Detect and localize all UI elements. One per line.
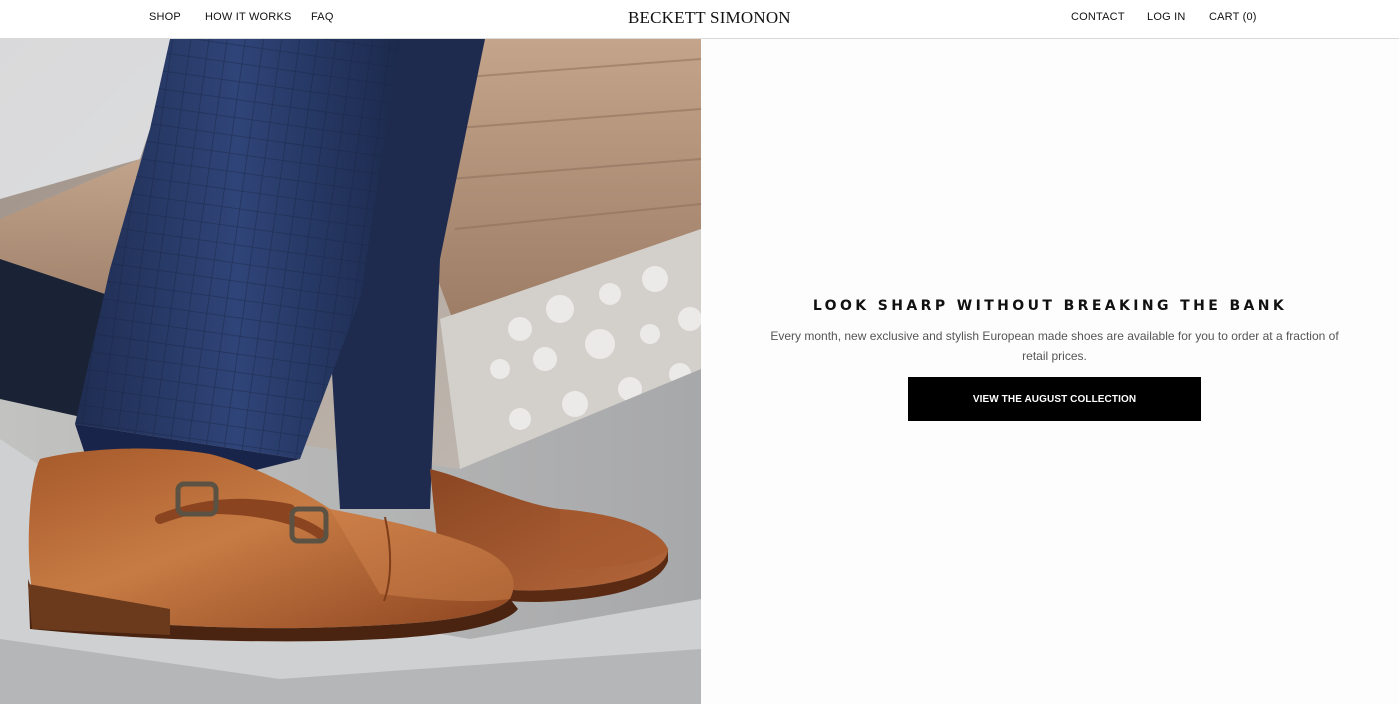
- hero-subtext: Every month, new exclusive and stylish E…: [770, 329, 1339, 363]
- top-navigation-bar: SHOP HOW IT WORKS FAQ BECKETT SIMONON CO…: [0, 0, 1399, 39]
- nav-login-link[interactable]: LOG IN: [1147, 11, 1186, 23]
- nav-how-it-works-link[interactable]: HOW IT WORKS: [205, 11, 292, 23]
- hero-photo-monk-strap-shoes: [0, 39, 701, 704]
- hero-text-panel: LOOK SHARP WITHOUT BREAKING THE BANK Eve…: [701, 39, 1399, 704]
- hero-headline: LOOK SHARP WITHOUT BREAKING THE BANK: [812, 298, 1288, 314]
- site-logo[interactable]: BECKETT SIMONON: [628, 8, 791, 28]
- nav-cart-link[interactable]: CART (0): [1209, 11, 1257, 23]
- hero-photo-illustration: [0, 39, 701, 704]
- nav-contact-link[interactable]: CONTACT: [1071, 11, 1125, 23]
- nav-shop-link[interactable]: SHOP: [149, 11, 181, 23]
- view-collection-button[interactable]: VIEW THE AUGUST COLLECTION: [908, 377, 1201, 421]
- nav-faq-link[interactable]: FAQ: [311, 11, 334, 23]
